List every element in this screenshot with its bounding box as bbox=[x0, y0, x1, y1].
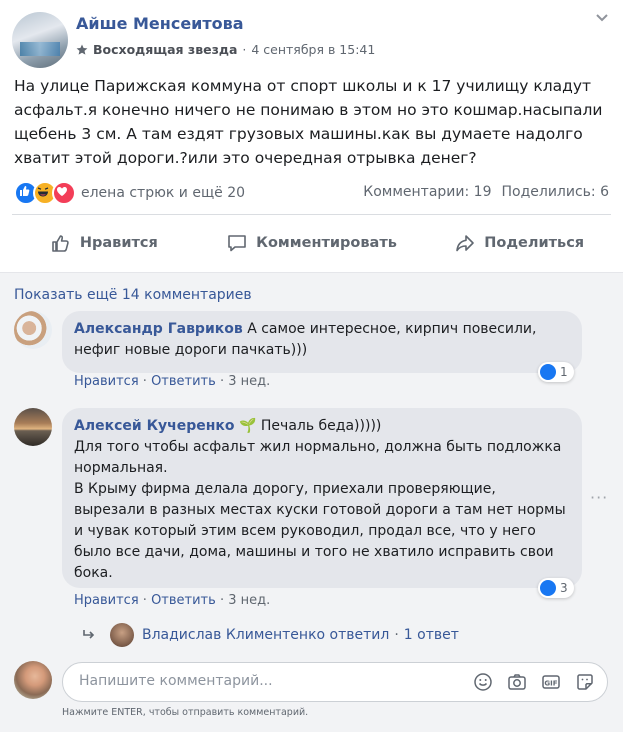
more-dots-icon[interactable]: ··· bbox=[590, 488, 608, 507]
reactions-names[interactable]: елена стрюк и ещё 20 bbox=[81, 185, 245, 201]
like-button[interactable]: Нравится bbox=[0, 222, 208, 264]
dot-separator: · bbox=[142, 374, 152, 389]
svg-text:GIF: GIF bbox=[544, 679, 557, 687]
post-date[interactable]: 4 сентября в 15:41 bbox=[251, 42, 375, 57]
comments-count[interactable]: Комментарии: 19 bbox=[363, 184, 491, 200]
camera-icon[interactable] bbox=[507, 672, 527, 692]
reply-author: Владислав Климентенко ответил bbox=[142, 627, 390, 643]
comment-text: Для того чтобы асфальт жил нормально, до… bbox=[74, 439, 566, 581]
shares-count[interactable]: Поделились: 6 bbox=[501, 184, 609, 200]
reply-count: 1 ответ bbox=[403, 627, 459, 643]
comment-time[interactable]: 3 нед. bbox=[228, 593, 270, 608]
post-card: Айше Менсеитова Восходящая звезда · 4 се… bbox=[0, 0, 623, 732]
share-button[interactable]: Поделиться bbox=[415, 222, 623, 264]
divider bbox=[12, 214, 611, 215]
meta-separator: · bbox=[242, 42, 247, 57]
comment-bubble: Александр Гавриков А самое интересное, к… bbox=[62, 311, 582, 373]
sticker-icon[interactable] bbox=[575, 672, 595, 692]
composer-hint: Нажмите ENTER, чтобы отправить комментар… bbox=[62, 707, 309, 718]
like-reaction-icon bbox=[540, 364, 556, 380]
reply-arrow-icon bbox=[83, 630, 95, 639]
comment-like-link[interactable]: Нравится bbox=[74, 593, 139, 608]
dot-separator: · bbox=[394, 627, 399, 643]
comment-author[interactable]: Алексей Кучеренко bbox=[74, 418, 235, 434]
gif-icon[interactable]: GIF bbox=[541, 672, 561, 692]
comment-reactions[interactable]: 3 bbox=[538, 578, 574, 598]
comment-name-suffix: Печаль беда))))) bbox=[260, 418, 382, 434]
comment-actions: Нравится · Ответить · 3 нед. bbox=[74, 374, 270, 389]
dot-separator: · bbox=[219, 374, 229, 389]
reactions-summary[interactable]: елена стрюк и ещё 20 bbox=[14, 181, 245, 205]
dot-separator: · bbox=[219, 593, 229, 608]
comment-author[interactable]: Александр Гавриков bbox=[74, 321, 243, 337]
comment-avatar[interactable] bbox=[14, 311, 52, 349]
thumbs-up-icon bbox=[52, 235, 69, 252]
love-reaction-icon bbox=[52, 181, 76, 205]
comment-reactions-count: 3 bbox=[560, 581, 568, 595]
post-stats: Комментарии: 19 Поделились: 6 bbox=[363, 184, 609, 200]
comment-reply-link[interactable]: Ответить bbox=[151, 593, 216, 608]
show-more-comments-link[interactable]: Показать ещё 14 комментариев bbox=[14, 287, 252, 303]
comment-avatar[interactable] bbox=[14, 408, 52, 446]
comment-bubble: Алексей Кучеренко 🌱 Печаль беда))))) Для… bbox=[62, 408, 582, 588]
author-name[interactable]: Айше Менсеитова bbox=[76, 14, 244, 33]
comment-button[interactable]: Комментировать bbox=[208, 222, 416, 264]
comment-reactions[interactable]: 1 bbox=[538, 362, 574, 382]
like-label: Нравится bbox=[79, 235, 158, 251]
author-badge[interactable]: Восходящая звезда bbox=[93, 42, 237, 57]
current-user-avatar bbox=[14, 661, 52, 699]
comment-reactions-count: 1 bbox=[560, 365, 568, 379]
comment-time[interactable]: 3 нед. bbox=[228, 374, 270, 389]
share-icon bbox=[456, 235, 475, 252]
post-actions: Нравится Комментировать Поделиться bbox=[0, 222, 623, 264]
composer-icons: GIF bbox=[473, 672, 595, 692]
star-icon bbox=[76, 44, 88, 55]
comment-reply-link[interactable]: Ответить bbox=[151, 374, 216, 389]
comment-composer: GIF bbox=[62, 662, 608, 702]
post-header: Айше Менсеитова Восходящая звезда · 4 се… bbox=[0, 0, 623, 70]
seedling-icon: 🌱 bbox=[239, 418, 257, 434]
post-text: На улице Парижская коммуна от спорт школ… bbox=[14, 77, 603, 167]
comment-actions: Нравится · Ответить · 3 нед. bbox=[74, 593, 270, 608]
post-meta: Восходящая звезда · 4 сентября в 15:41 bbox=[76, 42, 375, 57]
comment-label: Комментировать bbox=[256, 235, 397, 251]
comment-input[interactable] bbox=[77, 672, 461, 690]
author-avatar[interactable] bbox=[12, 12, 68, 68]
reply-avatar bbox=[110, 623, 134, 647]
emoji-icon[interactable] bbox=[473, 672, 493, 692]
share-label: Поделиться bbox=[484, 235, 585, 251]
chevron-down-icon[interactable] bbox=[595, 12, 609, 24]
comment-icon bbox=[228, 235, 246, 252]
comment-like-link[interactable]: Нравится bbox=[74, 374, 139, 389]
like-reaction-icon bbox=[540, 580, 556, 596]
dot-separator: · bbox=[142, 593, 152, 608]
replies-summary[interactable]: Владислав Климентенко ответил · 1 ответ bbox=[82, 623, 459, 647]
